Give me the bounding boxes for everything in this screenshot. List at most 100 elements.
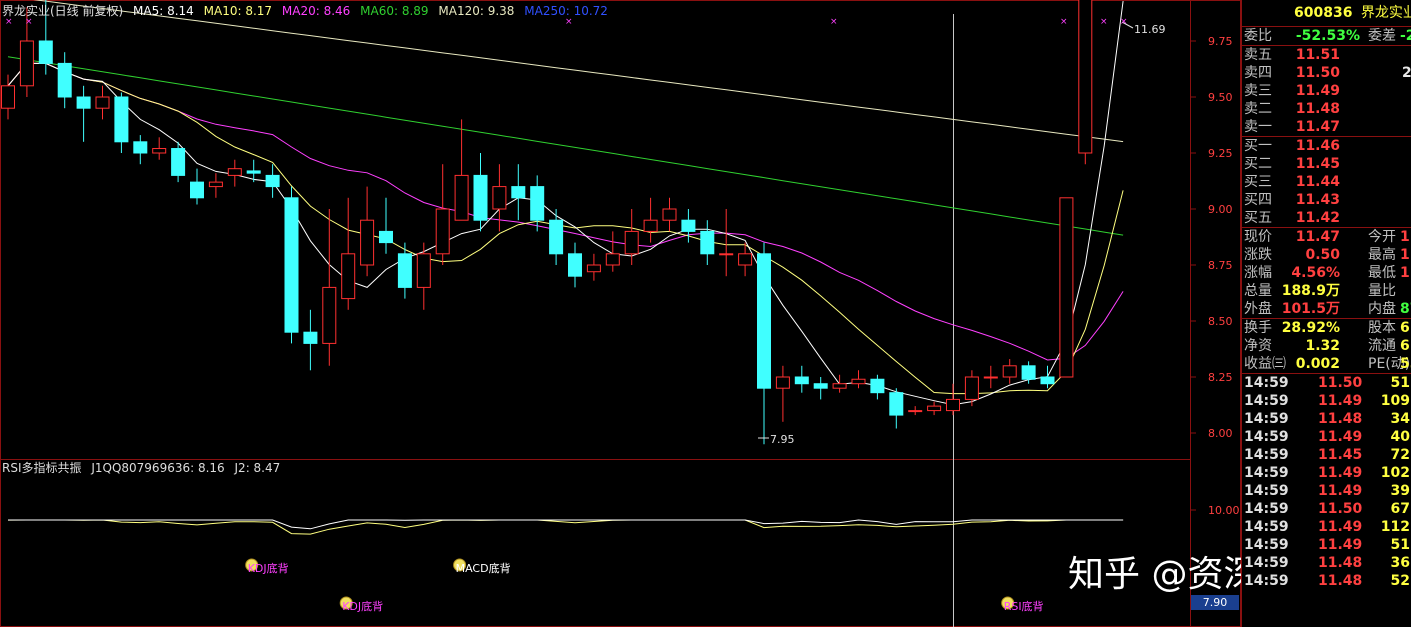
candle-body [227, 168, 242, 176]
signal-label: KDJ底背 [342, 599, 383, 613]
candle-body [643, 219, 658, 232]
tick-row: 14:59 11.49 109 [1242, 392, 1411, 410]
bid-row[interactable]: 买五 11.42 [1242, 209, 1411, 227]
quote-panel: 600836 界龙实业 委比 -52.53% 委差 -2 卖五11.51卖四11… [1241, 0, 1411, 627]
weicha-value: -2 [1400, 28, 1411, 44]
stat-row: 涨跌 0.50 最高 1 [1242, 246, 1411, 264]
bid-row[interactable]: 买四 11.43 [1242, 191, 1411, 209]
indicator-name: RSI多指标共振 [2, 461, 82, 475]
bid-label: 买一 [1244, 138, 1272, 154]
kline-chart[interactable]: 11.5011.2511.0010.7510.5010.2510.009.759… [0, 0, 1241, 627]
bid-row[interactable]: 买二 11.45 [1242, 155, 1411, 173]
candle-body [473, 174, 488, 221]
low-label: 7.95 [770, 433, 795, 446]
tick-price: 11.48 [1318, 411, 1363, 427]
stat-label-2: 股本 [1368, 320, 1396, 336]
tick-volume: 51 [1390, 537, 1410, 553]
signal-mark: × [1100, 17, 1108, 27]
tick-price: 11.49 [1318, 519, 1363, 535]
price-tick-label: 9.00 [1208, 203, 1233, 216]
bid-row[interactable]: 买一 11.46 [1242, 137, 1411, 155]
stat-label: 涨跌 [1244, 247, 1272, 263]
stat-value: 11.47 [1295, 229, 1340, 245]
candle-body [190, 181, 204, 199]
ma5-legend: MA5: 8.14 [133, 4, 194, 18]
candle-body [57, 62, 72, 98]
ask-price: 11.48 [1295, 101, 1340, 117]
tick-row: 14:59 11.49 39 [1242, 482, 1411, 500]
price-tick-label: 8.50 [1208, 315, 1233, 328]
candle-body [624, 230, 639, 255]
tick-time: 14:59 [1244, 393, 1289, 409]
candle-body [360, 219, 375, 266]
ask-row[interactable]: 卖一 11.47 [1242, 118, 1411, 136]
candle-body [927, 405, 942, 412]
stat-label-2: 内盘 [1368, 301, 1396, 317]
fundamentals-block: 换手28.92%股本6.6净资1.32流通6.5收益㈢0.002PE(动)55 [1242, 319, 1411, 374]
signal-mark: × [1060, 17, 1068, 27]
candle-body [775, 376, 790, 389]
stat-label: 总量 [1244, 283, 1272, 299]
stat-label-2: 最高 [1368, 247, 1396, 263]
bid-row[interactable]: 买三 11.44 [1242, 173, 1411, 191]
candle-body [265, 174, 280, 188]
tick-price: 11.49 [1318, 465, 1363, 481]
candle-body [76, 96, 91, 109]
ask-price: 11.51 [1295, 47, 1340, 63]
ask-row[interactable]: 卖二 11.48 [1242, 100, 1411, 118]
bid-label: 买三 [1244, 174, 1272, 190]
candle-body [435, 208, 450, 255]
candle-body [1, 85, 15, 109]
ma250-legend: MA250: 10.72 [524, 4, 608, 18]
candle-body [284, 197, 299, 333]
candle-body [568, 253, 582, 277]
ask-label: 卖二 [1244, 101, 1272, 117]
tick-volume: 67 [1390, 501, 1410, 517]
ma-legend: 界龙实业(日线 前复权) MA5: 8.14 MA10: 8.17 MA20: … [2, 2, 614, 19]
ma5-line [7, 1, 1124, 406]
candle-body [964, 376, 979, 400]
tick-price: 11.49 [1318, 429, 1363, 445]
stat-label-2: 今开 [1368, 229, 1396, 245]
tick-row: 14:59 11.49 51 [1242, 536, 1411, 554]
signal-mark: × [830, 17, 838, 27]
candle-body [152, 148, 167, 154]
tick-time: 14:59 [1244, 501, 1289, 517]
weibi-value: -52.53% [1295, 28, 1360, 44]
ma60-legend: MA60: 8.89 [360, 4, 429, 18]
stat-label-2: 流通 [1368, 338, 1396, 354]
tick-row: 14:59 11.45 72 [1242, 446, 1411, 464]
tick-list[interactable]: 14:59 11.50 51 14:59 11.49 109 14:59 11.48 34 14:… [1242, 374, 1411, 590]
stat-label: 收益㈢ [1244, 356, 1286, 372]
tick-time: 14:59 [1244, 375, 1289, 391]
candle-body [662, 208, 677, 221]
candle-body [946, 398, 960, 412]
candle-body [889, 392, 904, 416]
tick-price: 11.45 [1318, 447, 1363, 463]
stat-value: 0.50 [1305, 247, 1340, 263]
tick-volume: 51 [1390, 375, 1410, 391]
tick-price: 11.49 [1318, 537, 1363, 553]
ask-row[interactable]: 卖三 11.49 [1242, 82, 1411, 100]
ask-label: 卖五 [1244, 47, 1272, 63]
candle-body [38, 40, 53, 64]
candle-body [95, 96, 110, 109]
tick-volume: 109 [1380, 393, 1410, 409]
stock-name: 界龙实业 [1360, 5, 1411, 21]
tick-time: 14:59 [1244, 483, 1289, 499]
bid-price: 11.45 [1295, 156, 1340, 172]
tick-time: 14:59 [1244, 573, 1289, 589]
price-tick-label: 9.75 [1208, 35, 1233, 48]
ask-row[interactable]: 卖五 11.51 [1242, 46, 1411, 64]
tick-volume: 102 [1380, 465, 1410, 481]
candle-body [530, 186, 545, 221]
candle-body [1002, 365, 1017, 378]
ask-book: 卖五 11.51 卖四 11.50 2 卖三 11.49 卖二 11.48 卖一 11.47 [1242, 46, 1411, 137]
price-tick-label: 8.25 [1208, 371, 1233, 384]
candle-body [379, 230, 393, 244]
tick-time: 14:59 [1244, 429, 1289, 445]
ma20-legend: MA20: 8.46 [281, 4, 351, 18]
stat-label: 净资 [1244, 338, 1272, 354]
candle-body [549, 219, 564, 255]
ask-row[interactable]: 卖四 11.50 2 [1242, 64, 1411, 82]
